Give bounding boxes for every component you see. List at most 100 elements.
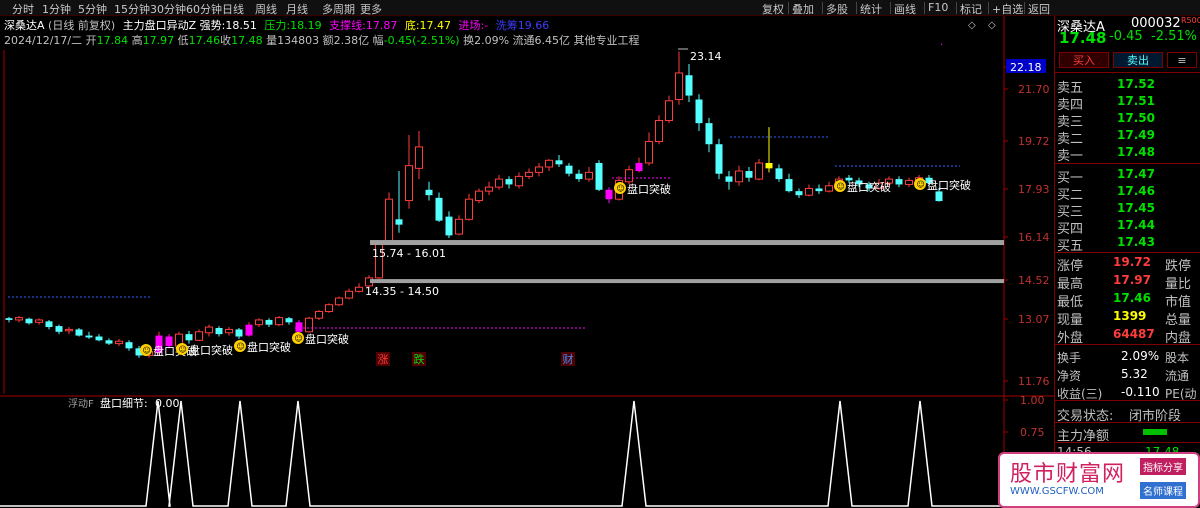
- diamond-icon[interactable]: ◇: [968, 20, 976, 31]
- candle-body[interactable]: [245, 324, 253, 336]
- tab-period-3[interactable]: 15分钟: [114, 1, 150, 17]
- candle-body[interactable]: [255, 319, 263, 326]
- candle-body[interactable]: [675, 72, 683, 101]
- candle-body[interactable]: [425, 189, 433, 196]
- candle-body[interactable]: [605, 189, 613, 200]
- toolbar-button-7[interactable]: +自选: [992, 1, 1023, 17]
- candle-body[interactable]: [65, 328, 73, 332]
- candle-body[interactable]: [655, 120, 663, 143]
- candle-body[interactable]: [5, 318, 13, 320]
- candle-body[interactable]: [625, 169, 633, 183]
- candle-body[interactable]: [705, 123, 713, 145]
- candle-body[interactable]: [435, 197, 443, 221]
- candle-body[interactable]: [645, 141, 653, 164]
- candle-body[interactable]: [755, 162, 763, 180]
- toolbar-button-1[interactable]: 叠加: [792, 1, 814, 17]
- candle-body[interactable]: [685, 75, 693, 96]
- candle-body[interactable]: [415, 146, 423, 169]
- candle-body[interactable]: [805, 187, 813, 196]
- candle-body[interactable]: [85, 335, 93, 338]
- candle-body[interactable]: [105, 340, 113, 344]
- tab-period-9[interactable]: 多周期: [322, 1, 355, 17]
- candle-body[interactable]: [335, 297, 343, 306]
- candle-body[interactable]: [345, 290, 353, 299]
- candle-body[interactable]: [215, 327, 223, 335]
- tab-period-4[interactable]: 30分钟: [150, 1, 186, 17]
- toolbar-button-4[interactable]: 画线: [894, 1, 916, 17]
- candle-body[interactable]: [25, 318, 33, 324]
- candle-body[interactable]: [445, 216, 453, 236]
- candle-body[interactable]: [745, 171, 753, 178]
- candle-body[interactable]: [795, 191, 803, 196]
- candle-body[interactable]: [535, 166, 543, 173]
- buy-button[interactable]: 买入: [1059, 52, 1109, 68]
- candle-body[interactable]: [695, 99, 703, 124]
- toolbar-button-2[interactable]: 多股: [826, 1, 848, 17]
- toolbar-button-0[interactable]: 复权: [762, 1, 784, 17]
- candle-body[interactable]: [325, 304, 333, 312]
- candle-body[interactable]: [515, 175, 523, 187]
- candle-body[interactable]: [295, 322, 303, 332]
- candle-body[interactable]: [55, 326, 63, 332]
- candle-body[interactable]: [505, 179, 513, 185]
- candle-body[interactable]: [395, 219, 403, 225]
- candle-body[interactable]: [815, 188, 823, 192]
- tab-period-5[interactable]: 60分钟: [186, 1, 222, 17]
- candle-body[interactable]: [895, 179, 903, 185]
- candle-body[interactable]: [725, 176, 733, 182]
- candle-body[interactable]: [115, 340, 123, 345]
- candle-body[interactable]: [785, 179, 793, 192]
- candle-body[interactable]: [485, 186, 493, 192]
- candle-body[interactable]: [935, 191, 943, 202]
- candle-body[interactable]: [355, 286, 363, 292]
- toolbar-button-6[interactable]: 标记: [960, 1, 982, 17]
- candle-body[interactable]: [525, 171, 533, 177]
- tab-period-8[interactable]: 月线: [286, 1, 308, 17]
- candle-body[interactable]: [775, 168, 783, 180]
- candle-body[interactable]: [715, 144, 723, 174]
- candle-body[interactable]: [575, 173, 583, 180]
- candle-body[interactable]: [595, 162, 603, 190]
- candle-body[interactable]: [265, 319, 273, 325]
- candle-body[interactable]: [205, 326, 213, 334]
- candle-body[interactable]: [735, 170, 743, 183]
- candle-body[interactable]: [585, 171, 593, 180]
- candle-body[interactable]: [275, 317, 283, 326]
- candle-body[interactable]: [545, 159, 553, 168]
- candle-body[interactable]: [225, 328, 233, 334]
- candle-body[interactable]: [95, 336, 103, 341]
- toolbar-button-8[interactable]: 返回: [1028, 1, 1050, 17]
- candle-body[interactable]: [185, 334, 193, 341]
- candle-body[interactable]: [195, 331, 203, 341]
- tab-period-2[interactable]: 5分钟: [78, 1, 107, 17]
- candle-body[interactable]: [285, 318, 293, 323]
- toolbar-button-5[interactable]: F10: [928, 1, 948, 14]
- tab-period-6[interactable]: 日线: [222, 1, 244, 17]
- candle-body[interactable]: [555, 160, 563, 165]
- tab-period-7[interactable]: 周线: [255, 1, 277, 17]
- candle-body[interactable]: [385, 198, 393, 242]
- tab-period-1[interactable]: 1分钟: [42, 1, 71, 17]
- tab-period-10[interactable]: 更多: [360, 1, 382, 17]
- menu-icon[interactable]: ≡: [1167, 52, 1197, 68]
- candle-body[interactable]: [665, 100, 673, 122]
- candle-body[interactable]: [15, 317, 23, 321]
- candle-body[interactable]: [765, 162, 773, 169]
- candle-body[interactable]: [125, 342, 133, 349]
- candle-body[interactable]: [405, 165, 413, 202]
- diamond-icon[interactable]: ◇: [988, 20, 996, 31]
- candle-body[interactable]: [465, 198, 473, 220]
- chart-area[interactable]: 22.18 21.70 19.72 17.93 16.14 14.52 13.07 11.76…: [0, 16, 1054, 508]
- candle-body[interactable]: [315, 310, 323, 319]
- sell-button[interactable]: 卖出: [1113, 52, 1163, 68]
- tab-period-0[interactable]: 分时: [12, 1, 34, 17]
- candle-body[interactable]: [475, 190, 483, 202]
- candle-body[interactable]: [495, 178, 503, 188]
- candle-body[interactable]: [45, 321, 53, 328]
- candle-body[interactable]: [305, 317, 313, 333]
- candle-body[interactable]: [565, 165, 573, 174]
- candle-body[interactable]: [635, 162, 643, 172]
- candle-body[interactable]: [905, 179, 913, 185]
- toolbar-button-3[interactable]: 统计: [860, 1, 882, 17]
- candle-body[interactable]: [35, 319, 43, 323]
